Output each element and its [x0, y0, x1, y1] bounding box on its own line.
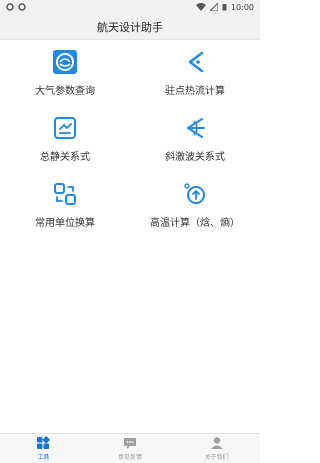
tools-grid-icon: [36, 436, 51, 450]
tab-about[interactable]: 关于我们: [173, 434, 260, 463]
wifi-icon: [195, 3, 206, 11]
high-temp-icon: [181, 180, 209, 208]
feedback-chat-icon: [123, 436, 137, 450]
tool-label: 高温计算（焓、熵）: [150, 218, 240, 229]
notification-icon: [6, 3, 14, 11]
about-person-icon: [210, 436, 224, 450]
battery-icon: [222, 4, 227, 11]
page-title: 航天设计助手: [97, 20, 163, 34]
tab-label: 工具: [37, 454, 50, 461]
oblique-shock-icon: [181, 114, 209, 142]
tool-oblique-shock[interactable]: 斜激波关系式: [130, 114, 260, 168]
bottom-tab-bar: 工具 意见反馈 关于我们: [0, 433, 260, 463]
status-bar: 10:00: [0, 0, 260, 14]
unit-convert-icon: [51, 180, 79, 208]
status-time: 10:00: [230, 2, 254, 12]
tab-feedback[interactable]: 意见反馈: [87, 434, 174, 463]
tool-high-temp[interactable]: 高温计算（焓、熵）: [130, 180, 260, 234]
tool-label: 驻点热流计算: [165, 86, 225, 97]
atmosphere-icon: [51, 48, 79, 76]
tool-stagnation-heat[interactable]: 驻点热流计算: [130, 48, 260, 102]
tool-label: 斜激波关系式: [165, 152, 225, 163]
app-header: 航天设计助手: [0, 14, 260, 40]
tool-unit-convert[interactable]: 常用单位换算: [0, 180, 130, 234]
notification-icon-2: [18, 3, 26, 11]
tab-tools[interactable]: 工具: [0, 434, 87, 463]
tool-label: 大气参数查询: [35, 86, 95, 97]
tool-total-static[interactable]: 总静关系式: [0, 114, 130, 168]
no-signal-icon: [209, 3, 218, 11]
tool-grid: 大气参数查询 驻点热流计算 总静关系式 斜激波关系式 常用单位换算 高温计算（焓…: [0, 48, 260, 234]
total-static-icon: [51, 114, 79, 142]
tool-label: 常用单位换算: [35, 218, 95, 229]
stagnation-heat-icon: [181, 48, 209, 76]
tool-label: 总静关系式: [40, 152, 90, 163]
status-right: 10:00: [195, 2, 254, 12]
tab-label: 意见反馈: [117, 454, 142, 461]
tool-atmosphere[interactable]: 大气参数查询: [0, 48, 130, 102]
status-left: [6, 3, 26, 11]
tab-label: 关于我们: [204, 454, 229, 461]
